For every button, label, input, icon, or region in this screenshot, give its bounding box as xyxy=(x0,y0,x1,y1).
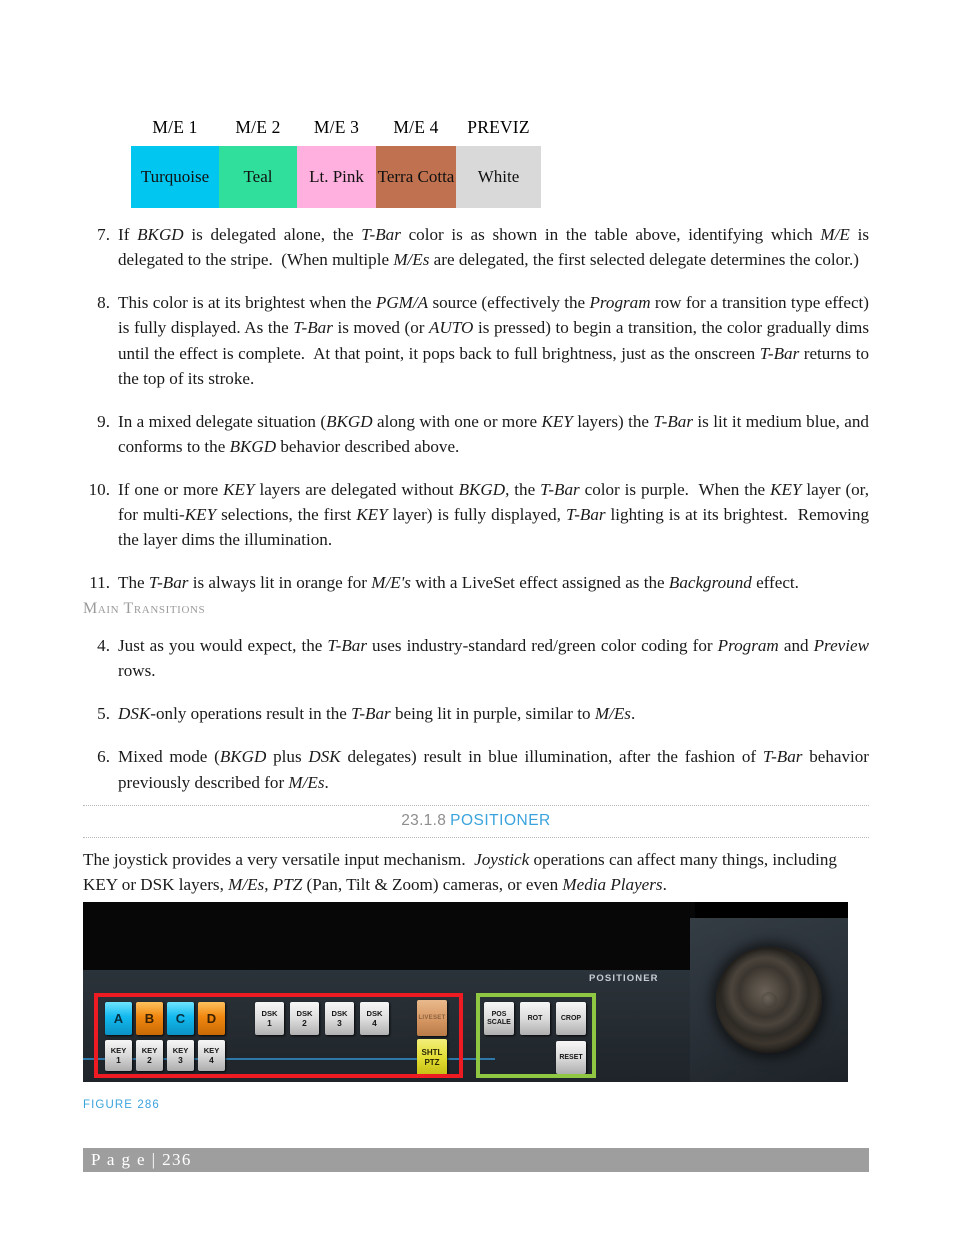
footer-page-number: P a g e | 236 xyxy=(91,1150,192,1169)
list-item: 11. The T-Bar is always lit in orange for… xyxy=(83,570,869,595)
subheading-main-transitions: Main Transitions xyxy=(83,600,206,617)
color-swatch-cell-me1: Turquoise xyxy=(131,146,219,208)
numbered-list-tbar-behavior: 7. If BKGD is delegated alone, the T-Bar … xyxy=(83,222,869,614)
table-header-row: M/E 1 M/E 2 M/E 3 M/E 4 PREVIZ xyxy=(131,108,541,146)
panel-upper-dark xyxy=(83,902,695,970)
color-swatch-cell-me2: Teal xyxy=(219,146,297,208)
document-page: M/E 1 M/E 2 M/E 3 M/E 4 PREVIZ Turquoise… xyxy=(0,0,954,1235)
color-swatch-cell-me4: Terra Cotta xyxy=(376,146,456,208)
table-header-cell: M/E 1 xyxy=(152,116,198,137)
list-item-text: This color is at its brightest when the … xyxy=(118,293,870,388)
highlight-box-positioner-group xyxy=(476,993,596,1078)
section-title: POSITIONER xyxy=(450,812,551,829)
list-item-number: 5. xyxy=(97,704,110,724)
footer-bar: P a g e | 236 xyxy=(83,1148,869,1172)
list-item-number: 7. xyxy=(97,225,110,244)
list-item-number: 6. xyxy=(97,747,110,767)
table-header-cell: M/E 2 xyxy=(235,116,281,137)
list-item-text: Mixed mode (BKGD plus DSK delegates) res… xyxy=(118,747,869,792)
list-item-number: 11. xyxy=(89,573,110,593)
table-header-cell: PREVIZ xyxy=(467,116,530,137)
list-item: 6. Mixed mode (BKGD plus DSK delegates) r… xyxy=(83,744,869,794)
section-header-positioner: 23.1.8 POSITIONER xyxy=(83,805,869,838)
list-item-text: If BKGD is delegated alone, the T-Bar co… xyxy=(118,225,869,270)
list-item: 7. If BKGD is delegated alone, the T-Bar … xyxy=(83,222,869,272)
table-header-cell: M/E 4 xyxy=(393,116,439,137)
intro-paragraph: The joystick provides a very versatile i… xyxy=(83,850,837,895)
highlight-box-delegate-group xyxy=(94,993,463,1078)
list-item-text: DSK-only operations result in the T-Bar … xyxy=(118,704,636,724)
list-item: 5. DSK-only operations result in the T-Ba… xyxy=(83,701,869,726)
color-swatch-cell-previz: White xyxy=(456,146,541,208)
list-item-text: Just as you would expect, the T-Bar uses… xyxy=(118,636,869,681)
figure-caption: FIGURE 286 xyxy=(83,1099,160,1111)
list-item-text: The T-Bar is always lit in orange for M/… xyxy=(118,573,799,593)
list-item-number: 8. xyxy=(97,293,110,313)
list-item: 8. This color is at its brightest when th… xyxy=(83,290,869,391)
list-item-number: 9. xyxy=(97,411,110,431)
table-swatch-row: Turquoise Teal Lt. Pink Terra Cotta Whit… xyxy=(131,146,541,208)
section-number: 23.1.8 xyxy=(401,812,447,829)
list-item: 10. If one or more KEY layers are delegat… xyxy=(83,477,869,552)
numbered-list-main-transitions: 4. Just as you would expect, the T-Bar us… xyxy=(83,633,869,813)
joystick-housing xyxy=(690,918,848,1082)
color-swatch-cell-me3: Lt. Pink xyxy=(297,146,376,208)
list-item: 4. Just as you would expect, the T-Bar us… xyxy=(83,633,869,683)
positioner-section-label: POSITIONER xyxy=(589,973,659,984)
list-item-number: 4. xyxy=(97,636,110,655)
list-item: 9. In a mixed delegate situation (BKGD al… xyxy=(83,409,869,459)
list-item-number: 10. xyxy=(88,480,110,499)
tbar-color-table: M/E 1 M/E 2 M/E 3 M/E 4 PREVIZ Turquoise… xyxy=(131,108,541,208)
list-item-text: If one or more KEY layers are delegated … xyxy=(118,480,869,550)
list-item-text: In a mixed delegate situation (BKGD alon… xyxy=(118,411,869,456)
joystick-knob[interactable] xyxy=(716,947,822,1053)
figure-positioner-photo: POSITIONER A B C D KEY 1 KEY 2 KEY 3 KEY 4 D… xyxy=(83,902,848,1082)
table-header-cell: M/E 3 xyxy=(313,116,360,137)
